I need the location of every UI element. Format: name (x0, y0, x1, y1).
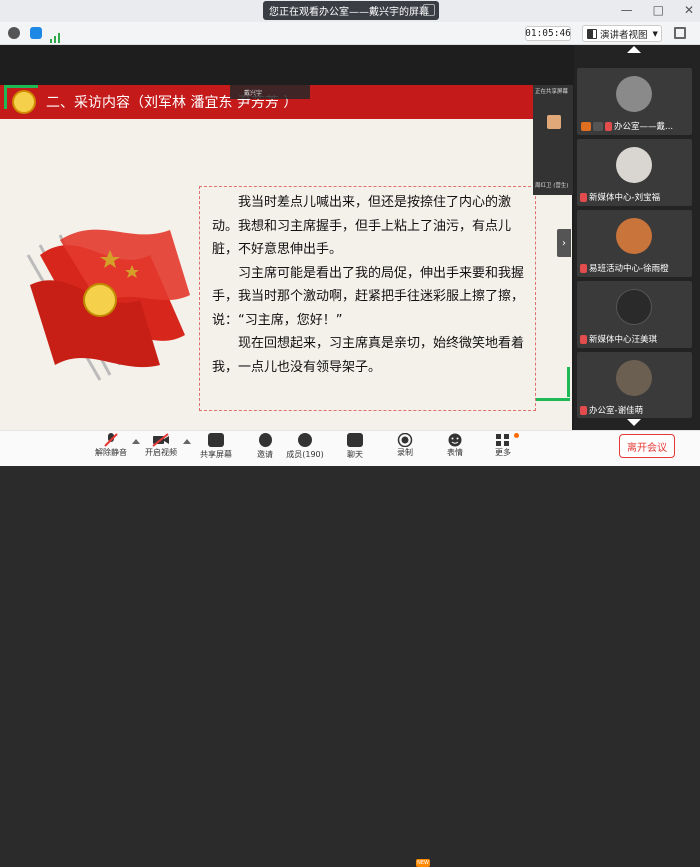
avatar (616, 76, 652, 112)
more-label: 更多 (495, 448, 511, 457)
avatar (616, 289, 652, 325)
red-flag-illustration (26, 229, 190, 381)
meeting-toolbar: 解除静音 开启视频 共享屏幕 邀请 成员(190) 聊天 录制 NEW 表情 更… (0, 430, 700, 867)
interview-text-box: 我当时差点儿喊出来，但还是按捺住了内心的激动。我想和习主席握手，但手上粘上了油污… (199, 186, 536, 411)
muted-mic-icon (580, 334, 587, 344)
shared-screen-stage: 二、采访内容（刘军林 潘宜东 尹芳芳 ） 我当时差点儿喊出来，但还是按捺住了内心… (0, 45, 574, 447)
meeting-info-bar: 01:05:46 演讲者视图 ▼ (0, 22, 700, 45)
share-screen-label: 共享屏幕 (200, 450, 232, 459)
paragraph-3: 现在回想起来，习主席真是亲切，始终微笑地看着我，一点儿也没有领导架子。 (212, 336, 525, 375)
participant-name: 易班活动中心-徐雨橙 (589, 264, 669, 274)
scroll-up-icon[interactable] (627, 45, 641, 53)
participant-name: 新媒体中心汪美琪 (589, 335, 658, 345)
close-button[interactable]: ✕ (684, 3, 694, 17)
share-screen-button[interactable]: 共享屏幕 (191, 433, 241, 460)
view-mode-label: 演讲者视图 (600, 29, 648, 41)
paragraph-2: 习主席可能是看出了我的局促，伸出手来要和我握手，我当时那个激动啊，赶紧把手往迷彩… (212, 265, 525, 328)
new-badge: NEW (416, 859, 430, 867)
avatar (616, 218, 652, 254)
record-button[interactable]: 录制 (380, 433, 430, 458)
reactions-button[interactable]: 表情 (430, 433, 480, 458)
participant-tile[interactable]: 办公室——戴... (577, 68, 692, 135)
participant-tile[interactable]: 易班活动中心-徐雨橙 (577, 210, 692, 277)
paragraph-1: 我当时差点儿喊出来，但还是按捺住了内心的激动。我想和习主席握手，但手上粘上了油污… (212, 195, 512, 257)
participant-tile[interactable]: 新媒体中心-刘宝福 (577, 139, 692, 206)
chat-label: 聊天 (347, 450, 363, 459)
avatar (616, 147, 652, 183)
record-label: 录制 (397, 448, 413, 457)
share-notice-text: 您正在观看办公室——戴兴宇的屏幕 (269, 7, 429, 18)
collapse-panel-button[interactable]: › (557, 229, 571, 257)
view-grid-icon (587, 28, 597, 39)
participant-chip-icon-2 (593, 121, 603, 131)
muted-microphone-icon (104, 433, 118, 447)
stop-watching-icon[interactable] (423, 4, 435, 16)
window-titlebar: 您正在观看办公室——戴兴宇的屏幕 — □ ✕ (0, 0, 700, 22)
add-person-icon (258, 433, 272, 447)
leave-meeting-button[interactable]: 离开会议 (619, 434, 675, 458)
video-face-thumbnail (547, 115, 561, 129)
avatar (616, 360, 652, 396)
network-signal-icon[interactable] (50, 28, 62, 43)
unmute-button[interactable]: 解除静音 (86, 433, 136, 458)
view-mode-dropdown[interactable]: 演讲者视图 ▼ (582, 25, 662, 42)
members-button[interactable]: 成员(190) (280, 433, 330, 460)
screen-share-notice: 您正在观看办公室——戴兴宇的屏幕 (263, 1, 439, 20)
emoji-icon (448, 433, 462, 447)
unmute-label: 解除静音 (95, 448, 127, 457)
chat-bubble-icon (347, 433, 363, 447)
invite-label: 邀请 (257, 450, 273, 459)
start-video-label: 开启视频 (145, 448, 177, 457)
members-label: 成员(190) (286, 450, 324, 459)
info-icon[interactable] (8, 27, 20, 39)
meeting-timer: 01:05:46 (525, 26, 571, 41)
youth-league-emblem-icon (12, 90, 36, 114)
video-off-icon (152, 433, 169, 447)
reactions-label: 表情 (447, 448, 463, 457)
presenter-mini-label: 戴兴宇 (230, 85, 310, 99)
frame-corner-left (4, 85, 7, 109)
muted-mic-icon (580, 405, 587, 415)
muted-mic-icon (580, 192, 587, 202)
frame-corner-right (567, 367, 570, 397)
members-icon (298, 433, 312, 447)
floating-video-top-label: 正在共享屏幕 (535, 89, 569, 95)
share-screen-icon (208, 433, 224, 447)
participant-chip-icon (581, 121, 591, 131)
maximize-button[interactable]: □ (653, 3, 664, 17)
notification-dot (514, 433, 519, 438)
security-shield-icon[interactable] (30, 27, 42, 39)
scroll-down-icon[interactable] (627, 419, 641, 427)
participant-name: 办公室-谢佳萌 (589, 406, 644, 416)
presentation-slide: 二、采访内容（刘军林 潘宜东 尹芳芳 ） 我当时差点儿喊出来，但还是按捺住了内心… (0, 85, 572, 447)
more-button[interactable]: 更多 (478, 433, 528, 458)
participant-tile[interactable]: 办公室-谢佳萌 (577, 352, 692, 418)
chevron-down-icon: ▼ (652, 29, 658, 38)
minimize-button[interactable]: — (621, 3, 633, 17)
frame-corner-top (4, 85, 38, 88)
fullscreen-icon[interactable] (674, 27, 686, 39)
more-grid-icon (496, 434, 509, 446)
floating-video-window[interactable]: 正在共享屏幕 周红卫 (营生) (533, 85, 573, 195)
frame-corner-bottom (536, 398, 570, 401)
muted-mic-icon (605, 121, 612, 131)
record-icon (397, 433, 413, 447)
muted-mic-icon (580, 263, 587, 273)
participant-tile[interactable]: 新媒体中心汪美琪 (577, 281, 692, 348)
chat-button[interactable]: 聊天 (330, 433, 380, 460)
start-video-button[interactable]: 开启视频 (136, 433, 186, 458)
video-options-caret-icon[interactable] (183, 439, 191, 444)
floating-video-bottom-label: 周红卫 (营生) (535, 183, 569, 189)
participant-name: 新媒体中心-刘宝福 (589, 193, 661, 203)
participant-name: 办公室——戴... (614, 122, 674, 132)
